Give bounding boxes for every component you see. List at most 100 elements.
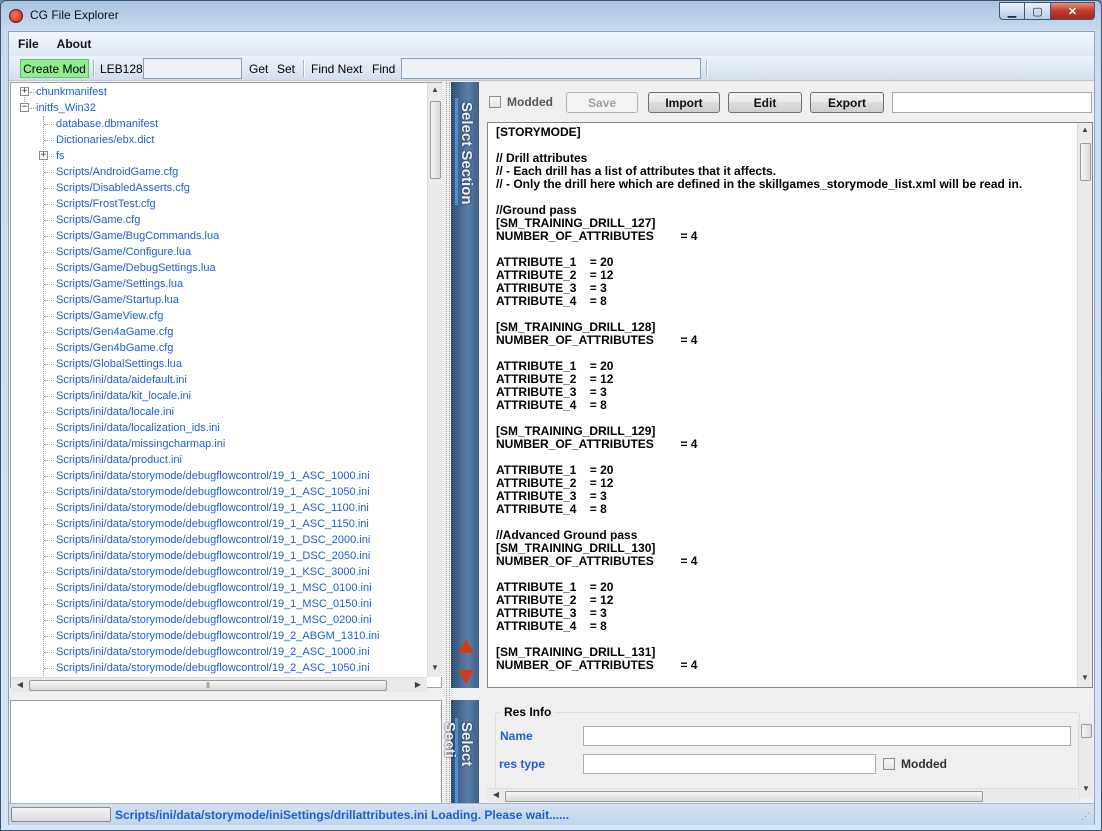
res-modded-label: Modded [901, 757, 947, 771]
tree-item[interactable]: Scripts/ini/data/storymode/debugflowcont… [56, 644, 370, 660]
create-mod-button[interactable]: Create Mod [20, 59, 89, 78]
tree-item[interactable]: Scripts/ini/data/storymode/debugflowcont… [56, 484, 370, 500]
tree-item[interactable]: fs [56, 148, 65, 164]
tree-item[interactable]: Scripts/ini/data/storymode/debugflowcont… [56, 612, 372, 628]
tree-connector-line [44, 396, 54, 397]
expand-icon[interactable]: + [20, 87, 29, 96]
scroll-up-arrow-icon[interactable]: ▲ [1078, 125, 1092, 134]
editor-line: ATTRIBUTE_4 = 8 [496, 502, 607, 516]
export-button[interactable]: Export [810, 92, 884, 113]
menu-about[interactable]: About [48, 37, 101, 51]
text-editor[interactable]: [STORYMODE] // Drill attributes// - Each… [487, 122, 1093, 688]
tree-node[interactable]: chunkmanifest [36, 84, 107, 100]
editor-content[interactable]: [STORYMODE] // Drill attributes// - Each… [496, 126, 1072, 684]
tree-item[interactable]: Scripts/Game/Configure.lua [56, 244, 191, 260]
tree-item[interactable]: Scripts/ini/data/storymode/debugflowcont… [56, 468, 370, 484]
select-section-bar-top[interactable]: Select Section [451, 82, 479, 688]
resize-grip-icon[interactable]: ⋰ [1081, 811, 1090, 822]
scroll-thumb[interactable] [430, 101, 441, 179]
find-next-button[interactable]: Find Next [311, 59, 362, 78]
modded-checkbox[interactable] [489, 96, 501, 108]
tree-item[interactable]: Scripts/Game/DebugSettings.lua [56, 260, 216, 276]
scroll-right-arrow-icon[interactable]: ▶ [411, 680, 425, 689]
tree-item[interactable]: Dictionaries/ebx.dict [56, 132, 154, 148]
tree-item[interactable]: Scripts/GameView.cfg [56, 308, 163, 324]
scroll-thumb[interactable]: ⦀ [29, 680, 387, 691]
tree-item[interactable]: Scripts/ini/data/storymode/debugflowcont… [56, 548, 370, 564]
tree-item[interactable]: Scripts/ini/data/storymode/debugflowcont… [56, 596, 372, 612]
tree-item[interactable]: Scripts/ini/data/kit_locale.ini [56, 388, 191, 404]
tree-item[interactable]: Scripts/ini/data/storymode/debugflowcont… [56, 580, 372, 596]
scroll-left-arrow-icon[interactable]: ◀ [13, 680, 27, 689]
editor-vertical-scrollbar[interactable]: ▲ ▼ [1077, 123, 1092, 687]
tree-item[interactable]: Scripts/ini/data/storymode/debugflowcont… [56, 532, 370, 548]
tree-item[interactable]: Scripts/GlobalSettings.lua [56, 356, 182, 372]
tree-item[interactable]: Scripts/DisabledAsserts.cfg [56, 180, 190, 196]
section-up-arrow-icon[interactable] [458, 639, 474, 653]
import-button[interactable]: Import [648, 92, 720, 113]
scroll-left-arrow-icon[interactable]: ◀ [489, 790, 503, 799]
tree-item[interactable]: Scripts/ini/data/aidefault.ini [56, 372, 187, 388]
scroll-down-arrow-icon[interactable]: ▼ [1078, 673, 1092, 682]
tree-item[interactable]: Scripts/ini/data/storymode/debugflowcont… [56, 628, 379, 644]
get-button[interactable]: Get [249, 59, 268, 78]
editor-line: NUMBER_OF_ATTRIBUTES = 4 [496, 554, 698, 568]
tree-item[interactable]: Scripts/ini/data/product.ini [56, 452, 182, 468]
select-section-label: Select Secti [441, 718, 475, 804]
tree-item[interactable]: Scripts/ini/data/storymode/debugflowcont… [56, 564, 370, 580]
leb128-label: LEB128 [100, 61, 143, 76]
tree-item[interactable]: Scripts/Game/Startup.lua [56, 292, 179, 308]
scroll-thumb[interactable] [505, 791, 983, 802]
tree-connector-line [44, 140, 54, 141]
res-modded-checkbox[interactable] [883, 758, 895, 770]
tree-horizontal-scrollbar[interactable]: ◀ ⦀ ▶ [11, 677, 427, 692]
tree-item[interactable]: Scripts/ini/data/storymode/debugflowcont… [56, 500, 369, 516]
tree-item[interactable]: Scripts/Game/Settings.lua [56, 276, 183, 292]
find-button[interactable]: Find [372, 59, 395, 78]
editor-line: // - Only the drill here which are defin… [496, 177, 1023, 191]
save-button[interactable]: Save [566, 92, 638, 113]
tree-item[interactable]: Scripts/AndroidGame.cfg [56, 164, 178, 180]
tree-item[interactable]: Scripts/ini/data/storymode/debugflowcont… [56, 660, 370, 676]
expand-icon[interactable]: + [39, 151, 48, 160]
set-button[interactable]: Set [277, 59, 295, 78]
leb128-input[interactable] [143, 58, 242, 79]
scroll-thumb[interactable] [1081, 724, 1092, 738]
tree-vertical-scrollbar[interactable]: ▲ ▼ [427, 83, 442, 677]
find-input[interactable] [401, 58, 701, 79]
tree-item[interactable]: Scripts/ini/data/storymode/debugflowcont… [56, 516, 369, 532]
tree-item[interactable]: Scripts/Gen4bGame.cfg [56, 340, 173, 356]
close-button[interactable]: ✕ [1051, 2, 1095, 20]
editor-search-input[interactable] [892, 92, 1092, 113]
menu-file[interactable]: File [9, 37, 48, 51]
maximize-button[interactable]: ▢ [1025, 2, 1051, 20]
minimize-button[interactable]: ▁ [999, 2, 1025, 20]
scroll-down-arrow-icon[interactable]: ▼ [1079, 784, 1093, 793]
tree-item[interactable]: Scripts/ini/data/locale.ini [56, 404, 174, 420]
tree-item[interactable]: Scripts/Gen4aGame.cfg [56, 324, 173, 340]
name-input[interactable] [583, 726, 1071, 746]
edit-button[interactable]: Edit [728, 92, 802, 113]
res-type-input[interactable] [583, 754, 876, 774]
tree-node[interactable]: initfs_Win32 [36, 100, 96, 116]
tree-connector-line [44, 412, 54, 413]
res-info-horizontal-scrollbar[interactable]: ◀ [487, 788, 1077, 802]
file-tree[interactable]: + chunkmanifest − initfs_Win32 database.dbma… [11, 83, 427, 677]
tree-item[interactable]: Scripts/Game/BugCommands.lua [56, 228, 219, 244]
tree-item[interactable]: Scripts/Game.cfg [56, 212, 140, 228]
title-bar[interactable]: CG File Explorer ▁ ▢ ✕ [1, 1, 1101, 31]
tree-item[interactable]: Scripts/FrostTest.cfg [56, 196, 156, 212]
section-down-arrow-icon[interactable] [458, 670, 474, 684]
name-label: Name [500, 729, 533, 743]
tree-item[interactable]: database.dbmanifest [56, 116, 158, 132]
collapse-icon[interactable]: − [20, 103, 29, 112]
scroll-up-arrow-icon[interactable]: ▲ [428, 85, 442, 94]
res-info-vertical-scrollbar[interactable]: ▼ [1078, 722, 1093, 798]
tree-item[interactable]: Scripts/ini/data/localization_ids.ini [56, 420, 220, 436]
scroll-thumb[interactable] [1080, 143, 1091, 181]
pane-splitter[interactable] [446, 82, 450, 804]
scroll-down-arrow-icon[interactable]: ▼ [428, 663, 442, 672]
tree-item[interactable]: Scripts/ini/data/missingcharmap.ini [56, 436, 225, 452]
select-section-bar-bottom[interactable]: Select Secti [441, 700, 479, 804]
